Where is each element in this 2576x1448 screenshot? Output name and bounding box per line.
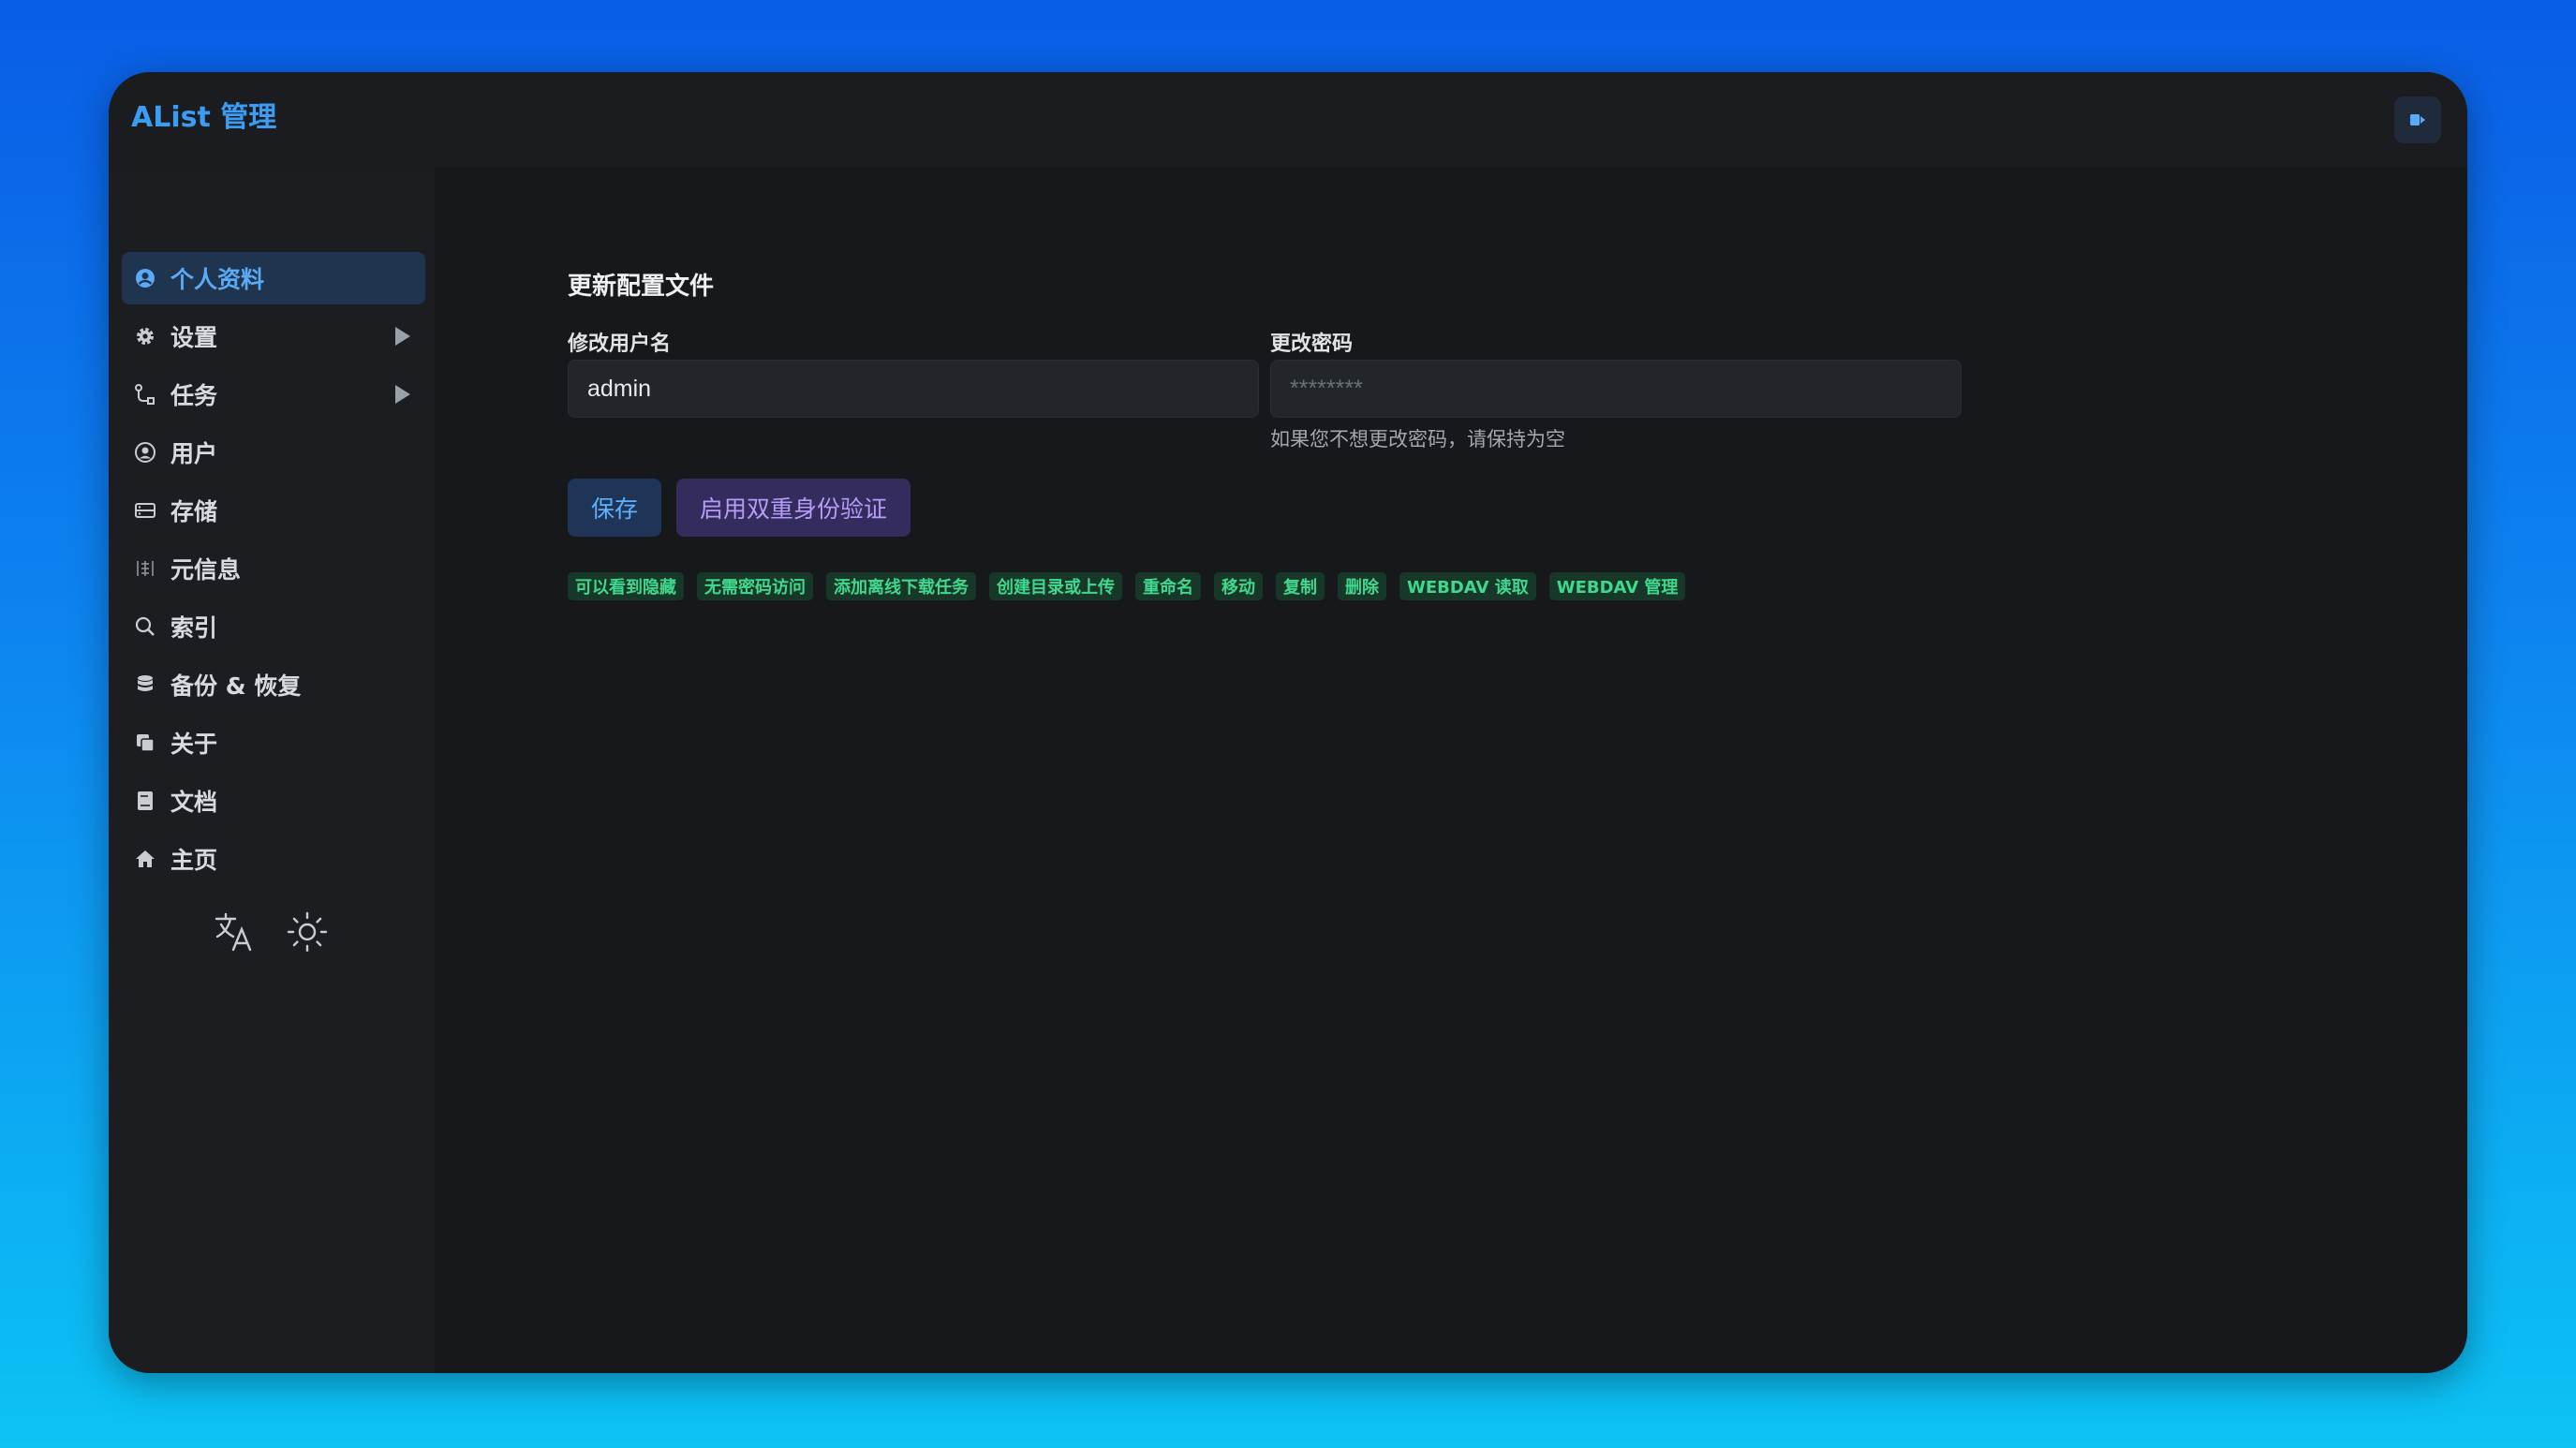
sidebar-item-label: 任务 [170, 382, 218, 409]
theme-toggle-button[interactable] [285, 909, 330, 954]
sidebar-item-tasks[interactable]: 任务 [122, 368, 425, 421]
permission-tag: 创建目录或上传 [989, 572, 1122, 600]
sidebar-item-docs[interactable]: 文档 [122, 775, 425, 827]
book-icon [133, 789, 157, 813]
enable-2fa-button[interactable]: 启用双重身份验证 [676, 479, 910, 537]
sidebar-item-index[interactable]: 索引 [122, 600, 425, 653]
sidebar-item-label: 主页 [170, 847, 218, 874]
task-flow-icon [133, 382, 157, 406]
user-circle-icon [133, 266, 157, 290]
username-input[interactable] [568, 360, 1259, 418]
sidebar-item-profile[interactable]: 个人资料 [122, 252, 425, 304]
permission-tag: 可以看到隐藏 [568, 572, 684, 600]
sidebar-item-storage[interactable]: 存储 [122, 484, 425, 537]
sidebar-item-label: 备份 & 恢复 [170, 672, 302, 700]
permission-tag: 重命名 [1135, 572, 1201, 600]
sidebar-item-users[interactable]: 用户 [122, 426, 425, 479]
sidebar-item-label: 设置 [170, 324, 218, 351]
permission-tag: 删除 [1338, 572, 1386, 600]
sidebar-item-label: 个人资料 [170, 266, 265, 293]
sidebar: 个人资料 设置 任务 用户 存储 元信息 索引 备份 & 恢复 关于 文档 主页 [109, 168, 435, 1373]
translate-icon [215, 912, 252, 952]
sidebar-item-backup[interactable]: 备份 & 恢复 [122, 658, 425, 711]
permission-tag: 移动 [1214, 572, 1263, 600]
sidebar-item-label: 关于 [170, 731, 218, 758]
password-hint: 如果您不想更改密码，请保持为空 [1270, 428, 1565, 451]
app-window: AList 管理 个人资料 设置 任务 用户 存储 元信息 索引 备份 & 恢复… [109, 72, 2467, 1373]
sidebar-item-settings[interactable]: 设置 [122, 310, 425, 362]
expand-arrow-icon[interactable] [395, 327, 410, 346]
user-icon [133, 440, 157, 465]
database-icon [133, 672, 157, 697]
sidebar-item-label: 存储 [170, 498, 218, 525]
sidebar-item-about[interactable]: 关于 [122, 717, 425, 769]
password-label: 更改密码 [1270, 332, 1354, 356]
section-title: 更新配置文件 [568, 273, 715, 301]
expand-arrow-icon[interactable] [395, 385, 410, 404]
permission-tag: 复制 [1276, 572, 1325, 600]
header: AList 管理 [109, 72, 2467, 168]
language-button[interactable] [212, 909, 257, 954]
sun-icon [287, 911, 328, 953]
copy-icon [133, 731, 157, 755]
permission-tag: WEBDAV 管理 [1548, 572, 1686, 600]
save-button[interactable]: 保存 [568, 479, 661, 537]
app-title[interactable]: AList 管理 [131, 104, 276, 132]
storage-icon [133, 498, 157, 523]
sidebar-item-meta[interactable]: 元信息 [122, 542, 425, 595]
home-icon [133, 847, 157, 871]
main-content: 更新配置文件 修改用户名 更改密码 如果您不想更改密码，请保持为空 保存 启用双… [435, 168, 2467, 1373]
meta-info-icon [133, 556, 157, 581]
sidebar-item-label: 索引 [170, 614, 218, 642]
username-label: 修改用户名 [568, 332, 672, 356]
permission-tag: WEBDAV 读取 [1399, 572, 1536, 600]
permission-tag: 添加离线下载任务 [826, 572, 976, 600]
logout-button[interactable] [2394, 96, 2441, 143]
permission-tags: 可以看到隐藏 无需密码访问 添加离线下载任务 创建目录或上传 重命名 移动 复制… [568, 572, 1686, 600]
search-icon [133, 614, 157, 639]
sidebar-item-home[interactable]: 主页 [122, 833, 425, 885]
sidebar-tools [212, 909, 330, 954]
password-input[interactable] [1270, 360, 1962, 418]
permission-tag: 无需密码访问 [697, 572, 813, 600]
sidebar-item-label: 元信息 [170, 556, 242, 584]
sidebar-item-label: 文档 [170, 789, 218, 816]
logout-icon [2410, 114, 2425, 126]
sidebar-item-label: 用户 [170, 440, 218, 467]
gear-icon [133, 324, 157, 348]
